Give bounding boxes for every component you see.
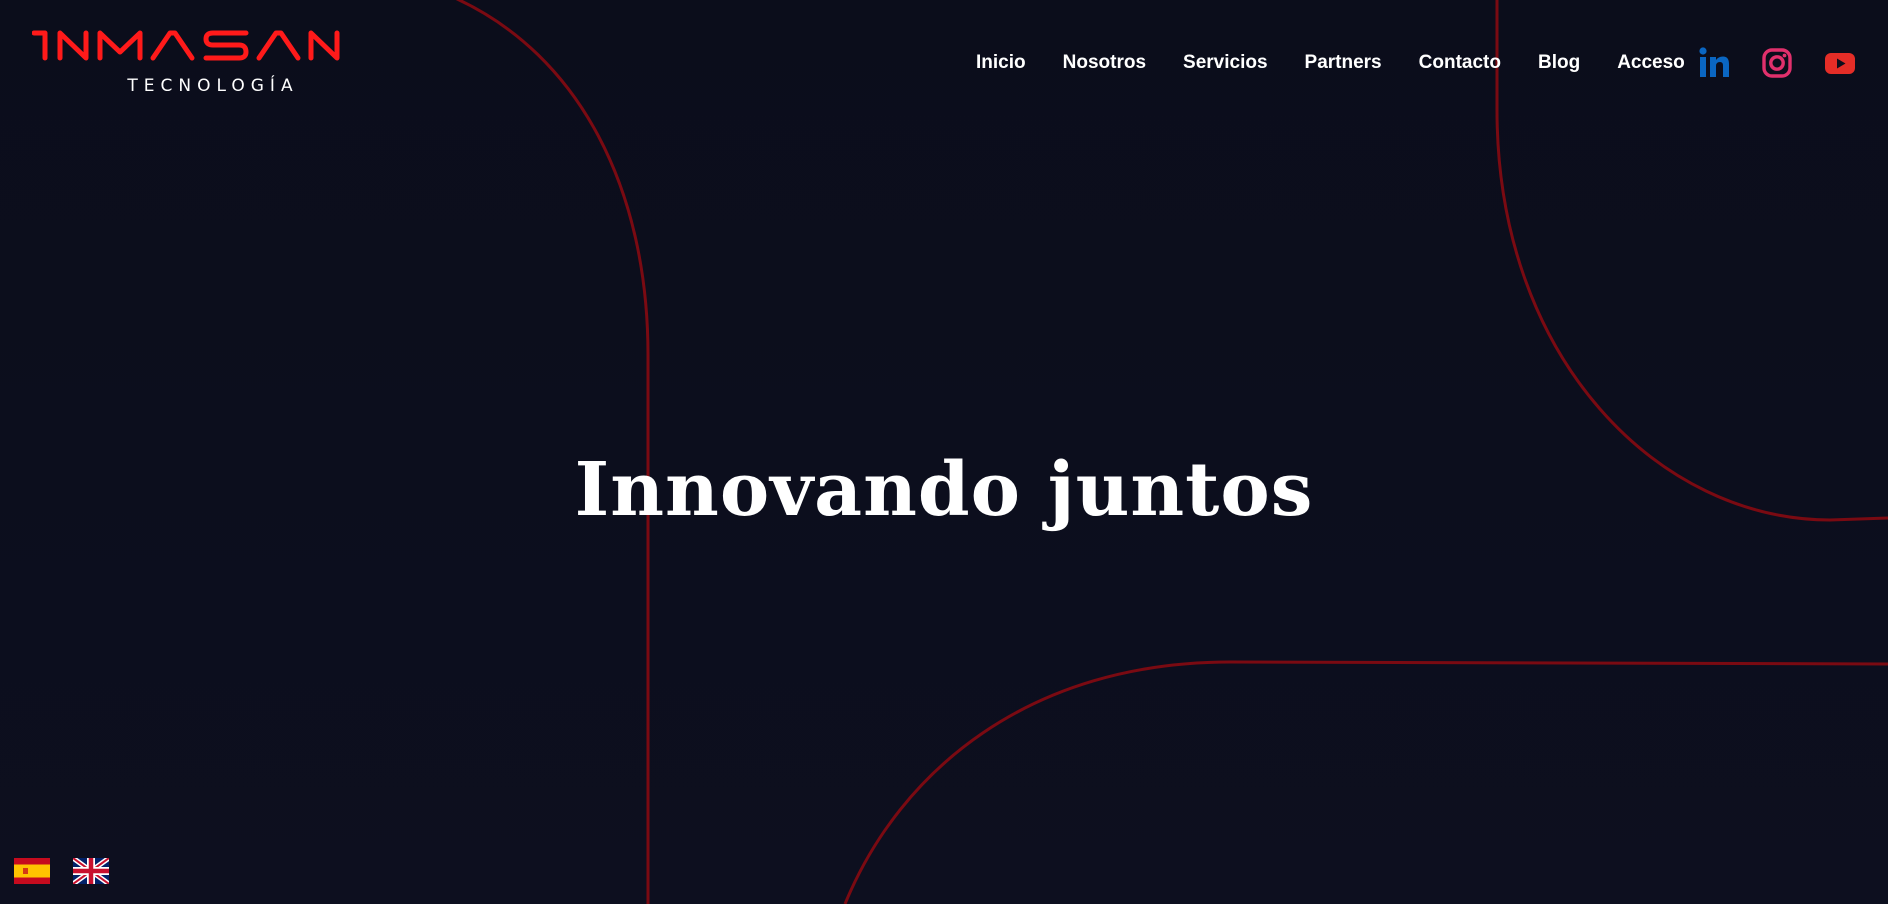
linkedin-icon (1699, 47, 1729, 77)
brand-logo-wordmark (32, 30, 340, 61)
spain-flag-icon (14, 858, 50, 884)
nav-link-nosotros[interactable]: Nosotros (1063, 52, 1146, 74)
uk-flag-icon (73, 858, 109, 884)
brand-logo[interactable]: TECNOLOGÍA (32, 26, 382, 98)
linkedin-link[interactable] (1697, 46, 1731, 80)
main-navigation: Inicio Nosotros Servicios Partners Conta… (976, 52, 1685, 74)
instagram-icon (1762, 48, 1792, 78)
hero-title: Innovando juntos (574, 447, 1314, 533)
page: TECNOLOGÍA Inicio Nosotros Servicios Par… (0, 0, 1888, 904)
nav-link-partners[interactable]: Partners (1305, 52, 1382, 74)
youtube-icon (1825, 53, 1855, 74)
social-links (1697, 46, 1857, 80)
nav-link-inicio[interactable]: Inicio (976, 52, 1026, 74)
nav-link-blog[interactable]: Blog (1538, 52, 1580, 74)
language-switcher (14, 858, 132, 884)
language-option-en[interactable] (73, 858, 132, 884)
nav-link-acceso[interactable]: Acceso (1617, 52, 1685, 74)
brand-tagline: TECNOLOGÍA (127, 76, 299, 96)
youtube-link[interactable] (1823, 46, 1857, 80)
nav-link-contacto[interactable]: Contacto (1419, 52, 1501, 74)
nav-link-servicios[interactable]: Servicios (1183, 52, 1268, 74)
language-option-es[interactable] (14, 858, 73, 884)
instagram-link[interactable] (1760, 46, 1794, 80)
